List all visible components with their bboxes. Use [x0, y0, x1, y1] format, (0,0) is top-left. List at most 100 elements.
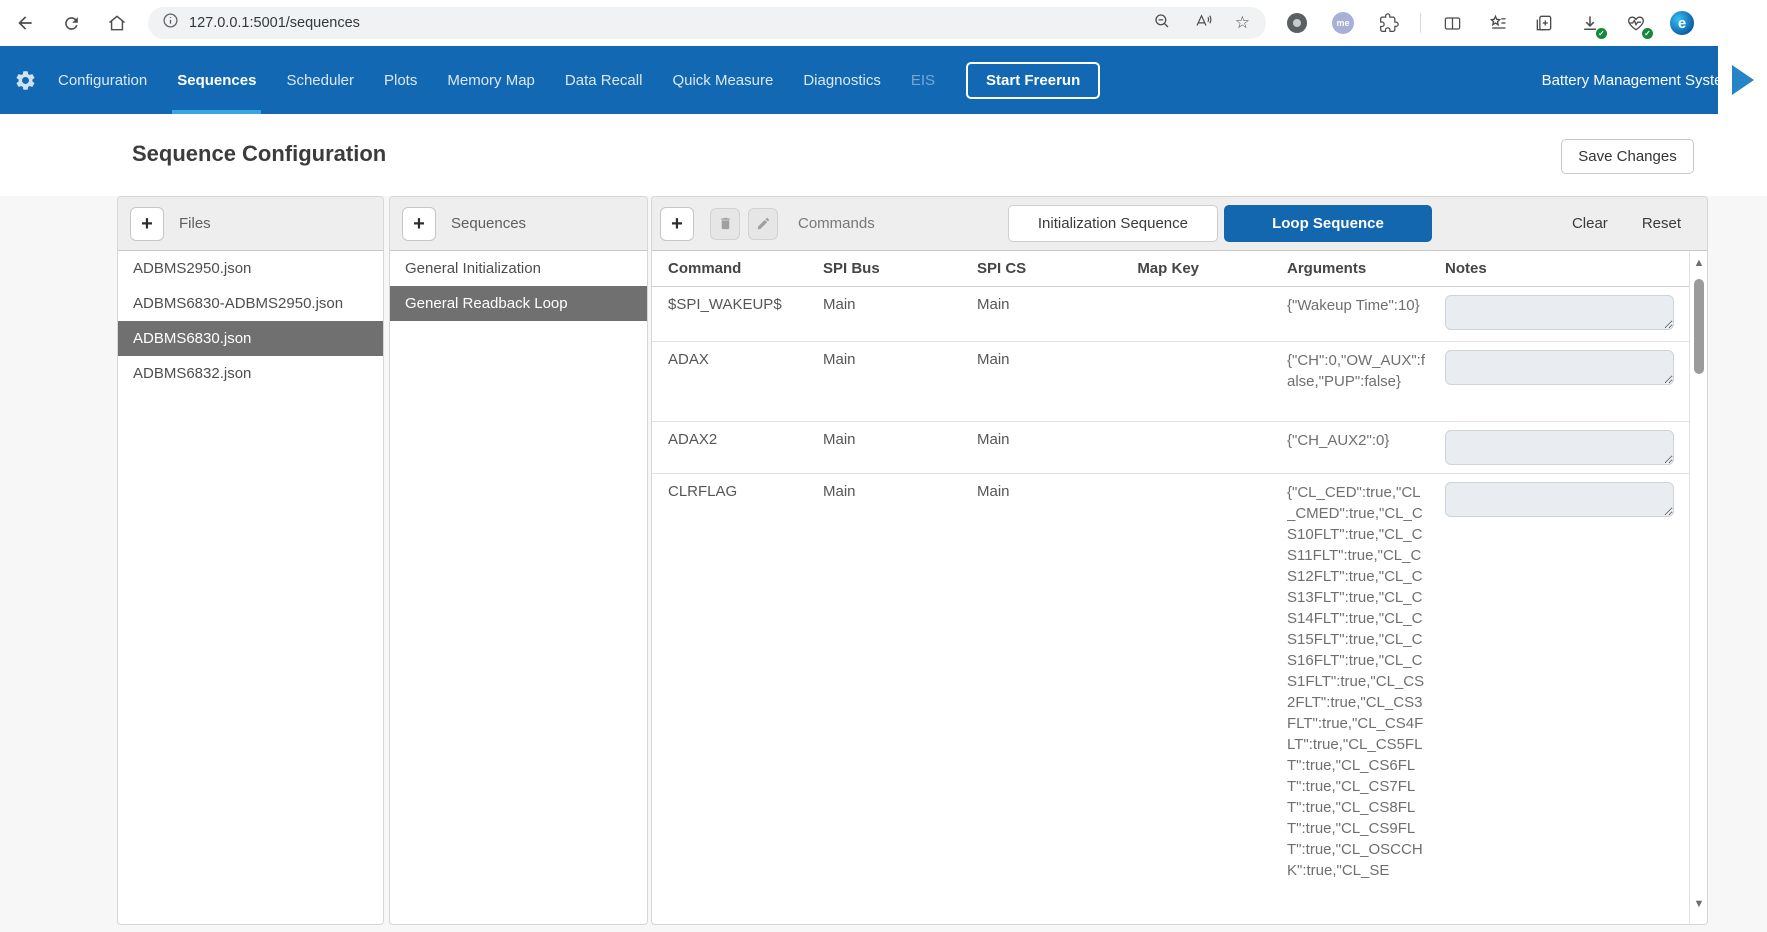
command-row: $SPI_WAKEUP$MainMain{"Wakeup Time":10}	[652, 287, 1689, 342]
cell-spi-bus: Main	[823, 474, 977, 500]
browser-toolbar: 127.0.0.1:5001/sequences ☆ me ✓	[0, 0, 1767, 46]
edit-command-button[interactable]	[748, 208, 778, 240]
file-item[interactable]: ADBMS2950.json	[118, 251, 383, 286]
cell-command: ADAX2	[668, 422, 823, 448]
column-header-spi-bus: SPI Bus	[823, 260, 977, 277]
add-file-button[interactable]: +	[130, 207, 164, 241]
clear-button[interactable]: Clear	[1572, 215, 1608, 232]
add-sequence-button[interactable]: +	[402, 207, 436, 241]
sequences-panel-header: + Sequences	[390, 197, 647, 251]
profile-avatar[interactable]: me	[1328, 8, 1358, 38]
nav-tab-quick-measure[interactable]: Quick Measure	[657, 46, 788, 114]
files-list: ADBMS2950.jsonADBMS6830-ADBMS2950.jsonAD…	[118, 251, 383, 391]
nav-tab-diagnostics[interactable]: Diagnostics	[788, 46, 896, 114]
cell-spi-cs: Main	[977, 287, 1127, 313]
file-item[interactable]: ADBMS6830-ADBMS2950.json	[118, 286, 383, 321]
add-command-button[interactable]: +	[660, 207, 694, 241]
files-panel-title: Files	[179, 215, 211, 232]
extension-icon[interactable]	[1282, 8, 1312, 38]
notes-input[interactable]	[1445, 482, 1674, 517]
collections-icon[interactable]	[1483, 8, 1513, 38]
toolbar-extensions-area: me ✓ ✓ e	[1282, 0, 1697, 46]
site-info-icon[interactable]	[162, 12, 179, 34]
nav-tab-configuration[interactable]: Configuration	[43, 46, 162, 114]
toolbar-divider	[1420, 13, 1421, 33]
file-item[interactable]: ADBMS6832.json	[118, 356, 383, 391]
url-text[interactable]: 127.0.0.1:5001/sequences	[189, 15, 1153, 31]
command-row: CLRFLAGMainMain{"CL_CED":true,"CL_CMED":…	[652, 474, 1689, 881]
cell-command: $SPI_WAKEUP$	[668, 287, 823, 313]
notes-input[interactable]	[1445, 430, 1674, 465]
back-icon[interactable]	[8, 6, 42, 40]
cell-spi-cs: Main	[977, 422, 1127, 448]
nav-tab-memory-map[interactable]: Memory Map	[432, 46, 550, 114]
nav-tab-sequences[interactable]: Sequences	[162, 46, 271, 114]
sequence-item[interactable]: General Initialization	[390, 251, 647, 286]
files-panel-header: + Files	[118, 197, 383, 251]
trash-icon	[718, 216, 733, 231]
edge-logo-icon[interactable]: e	[1667, 8, 1697, 38]
zoom-out-icon[interactable]	[1153, 12, 1171, 35]
commands-toolbar: + Commands Initialization Sequence Loop …	[652, 197, 1707, 251]
address-bar[interactable]: 127.0.0.1:5001/sequences ☆	[148, 7, 1266, 39]
sequences-list: General InitializationGeneral Readback L…	[390, 251, 647, 321]
commands-table: CommandSPI BusSPI CSMap KeyArgumentsNote…	[652, 251, 1689, 924]
scrollbar-thumb[interactable]	[1694, 279, 1704, 374]
nav-tab-scheduler[interactable]: Scheduler	[271, 46, 369, 114]
app-navbar: ConfigurationSequencesSchedulerPlotsMemo…	[0, 46, 1767, 114]
nav-tab-data-recall[interactable]: Data Recall	[550, 46, 658, 114]
cell-map-key	[1127, 474, 1287, 483]
file-item[interactable]: ADBMS6830.json	[118, 321, 383, 356]
cell-spi-bus: Main	[823, 287, 977, 313]
cell-arguments: {"CL_CED":true,"CL_CMED":true,"CL_CS10FL…	[1287, 474, 1427, 881]
cell-notes	[1445, 342, 1689, 389]
extensions-puzzle-icon[interactable]	[1374, 8, 1404, 38]
play-icon	[1732, 65, 1754, 95]
nav-tab-plots[interactable]: Plots	[369, 46, 432, 114]
delete-command-button[interactable]	[710, 208, 740, 240]
scroll-down-icon[interactable]: ▼	[1690, 898, 1708, 910]
add-favorite-star-icon[interactable]: ☆	[1235, 13, 1250, 33]
column-header-spi-cs: SPI CS	[977, 260, 1127, 277]
nav-tab-eis[interactable]: EIS	[896, 46, 950, 114]
read-aloud-icon[interactable]	[1193, 12, 1213, 35]
settings-gear-icon[interactable]	[14, 69, 37, 92]
essentials-ok-badge: ✓	[1642, 28, 1653, 39]
tab-actions-icon[interactable]	[1529, 8, 1559, 38]
cell-arguments: {"CH_AUX2":0}	[1287, 422, 1427, 451]
commands-panel: + Commands Initialization Sequence Loop …	[651, 196, 1708, 925]
refresh-icon[interactable]	[54, 6, 88, 40]
page-title: Sequence Configuration	[132, 141, 386, 167]
command-row: ADAX2MainMain{"CH_AUX2":0}	[652, 422, 1689, 474]
column-header-map-key: Map Key	[1127, 260, 1287, 277]
initialization-sequence-button[interactable]: Initialization Sequence	[1008, 205, 1218, 242]
download-done-badge: ✓	[1596, 28, 1607, 39]
commands-panel-title: Commands	[798, 215, 875, 232]
app-brand-title: Battery Management System	[1542, 72, 1735, 89]
cell-map-key	[1127, 287, 1287, 296]
nav-tabs: ConfigurationSequencesSchedulerPlotsMemo…	[43, 46, 950, 114]
cell-spi-cs: Main	[977, 474, 1127, 500]
table-scrollbar[interactable]: ▲ ▼	[1689, 251, 1707, 924]
cell-arguments: {"Wakeup Time":10}	[1287, 287, 1427, 316]
cell-spi-bus: Main	[823, 422, 977, 448]
split-screen-icon[interactable]	[1437, 8, 1467, 38]
notes-input[interactable]	[1445, 295, 1674, 330]
reset-button[interactable]: Reset	[1642, 215, 1681, 232]
column-header-arguments: Arguments	[1287, 260, 1445, 277]
home-icon[interactable]	[100, 6, 134, 40]
downloads-icon[interactable]: ✓	[1575, 8, 1605, 38]
loop-sequence-button[interactable]: Loop Sequence	[1224, 205, 1432, 242]
notes-input[interactable]	[1445, 350, 1674, 385]
commands-table-header: CommandSPI BusSPI CSMap KeyArgumentsNote…	[652, 251, 1689, 287]
sidebar-play-button[interactable]	[1718, 46, 1767, 114]
column-header-notes: Notes	[1445, 260, 1689, 277]
sequences-panel: + Sequences General InitializationGenera…	[389, 196, 648, 925]
scroll-up-icon[interactable]: ▲	[1690, 257, 1708, 269]
commands-table-body: $SPI_WAKEUP$MainMain{"Wakeup Time":10}AD…	[652, 287, 1689, 881]
browser-essentials-icon[interactable]: ✓	[1621, 8, 1651, 38]
start-freerun-button[interactable]: Start Freerun	[966, 62, 1100, 99]
save-changes-button[interactable]: Save Changes	[1561, 139, 1694, 174]
cell-notes	[1445, 287, 1689, 334]
sequence-item[interactable]: General Readback Loop	[390, 286, 647, 321]
